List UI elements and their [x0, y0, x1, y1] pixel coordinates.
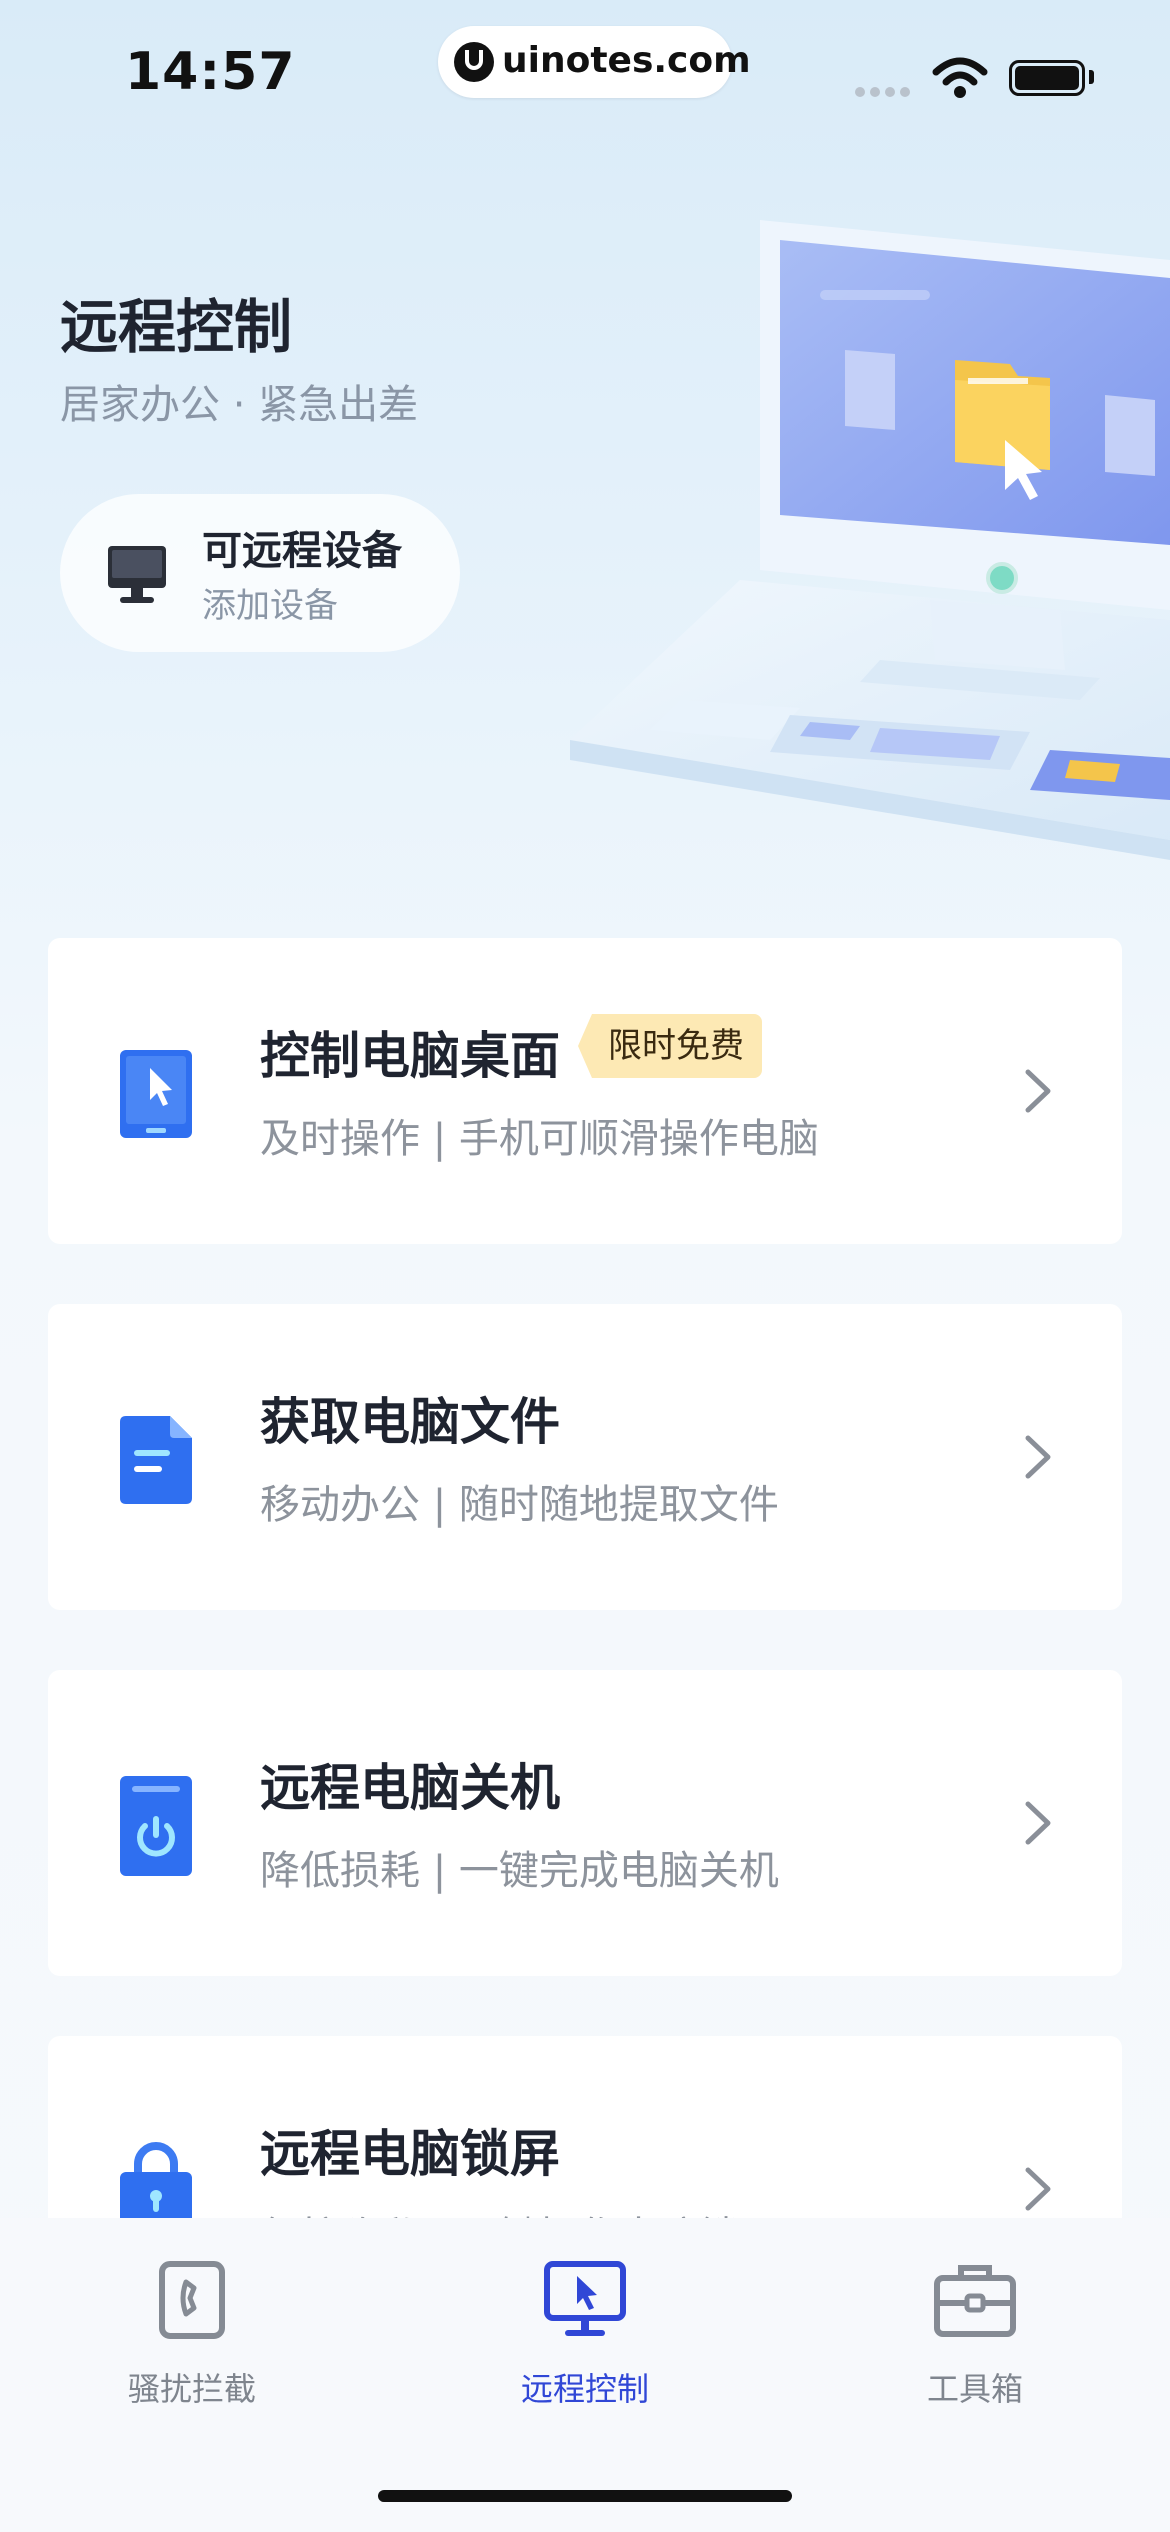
computer-illustration — [570, 220, 1170, 860]
page-subtitle: 居家办公 · 紧急出差 — [60, 382, 419, 428]
toolbox-icon — [934, 2265, 1016, 2337]
tab-label: 远程控制 — [520, 2370, 649, 2408]
add-device-label: 添加设备 — [202, 586, 338, 626]
document-icon — [120, 1416, 192, 1504]
feature-title: 控制电脑桌面 — [260, 1027, 560, 1085]
feature-card-control-desktop[interactable]: 控制电脑桌面 限时免费 及时操作 | 手机可顺滑操作电脑 — [48, 938, 1122, 1244]
tab-label: 骚扰拦截 — [127, 2370, 256, 2408]
phone-block-icon — [159, 2261, 225, 2339]
tab-label: 工具箱 — [926, 2370, 1023, 2408]
feature-card-shutdown[interactable]: 远程电脑关机 降低损耗 | 一键完成电脑关机 — [48, 1670, 1122, 1976]
tab-remote-control[interactable]: 远程控制 — [465, 2258, 705, 2410]
computer-icon — [108, 546, 166, 588]
site-pill: uinotes.com — [438, 26, 751, 98]
feature-title: 远程电脑关机 — [260, 1759, 560, 1817]
remote-devices-button[interactable]: 可远程设备 添加设备 — [60, 494, 460, 652]
tablet-cursor-icon — [120, 1050, 192, 1138]
chevron-right-icon — [1025, 2167, 1051, 2211]
remote-devices-title: 可远程设备 — [202, 528, 402, 574]
chevron-right-icon — [1025, 1435, 1051, 1479]
signal-icon — [855, 82, 915, 101]
free-badge: 限时免费 — [578, 1014, 762, 1078]
status-bar: 14:57 uinotes.com — [0, 0, 1170, 150]
wifi-icon — [932, 57, 988, 98]
home-indicator — [378, 2490, 792, 2502]
page-title: 远程控制 — [60, 293, 293, 361]
tab-toolbox[interactable]: 工具箱 — [855, 2258, 1095, 2410]
feature-subtitle: 降低损耗 | 一键完成电脑关机 — [260, 1848, 779, 1894]
site-name: uinotes.com — [502, 40, 751, 81]
chevron-right-icon — [1025, 1801, 1051, 1845]
feature-subtitle: 移动办公 | 随时随地提取文件 — [260, 1482, 779, 1528]
tab-bar: 骚扰拦截 远程控制 工具箱 — [0, 2218, 1170, 2532]
chevron-right-icon — [1025, 1069, 1051, 1113]
status-time: 14:57 — [125, 42, 296, 102]
site-logo-icon — [454, 42, 494, 82]
battery-icon — [1009, 60, 1085, 96]
feature-card-get-files[interactable]: 获取电脑文件 移动办公 | 随时随地提取文件 — [48, 1304, 1122, 1610]
computer-icon-base — [120, 597, 154, 603]
power-icon — [120, 1776, 192, 1876]
feature-title: 远程电脑锁屏 — [260, 2125, 560, 2183]
feature-subtitle: 及时操作 | 手机可顺滑操作电脑 — [260, 1116, 819, 1162]
monitor-cursor-icon — [544, 2261, 626, 2336]
lock-icon — [120, 2142, 192, 2228]
tab-harassment-block[interactable]: 骚扰拦截 — [72, 2258, 312, 2410]
battery-cap — [1089, 70, 1094, 84]
feature-title: 获取电脑文件 — [260, 1393, 560, 1451]
